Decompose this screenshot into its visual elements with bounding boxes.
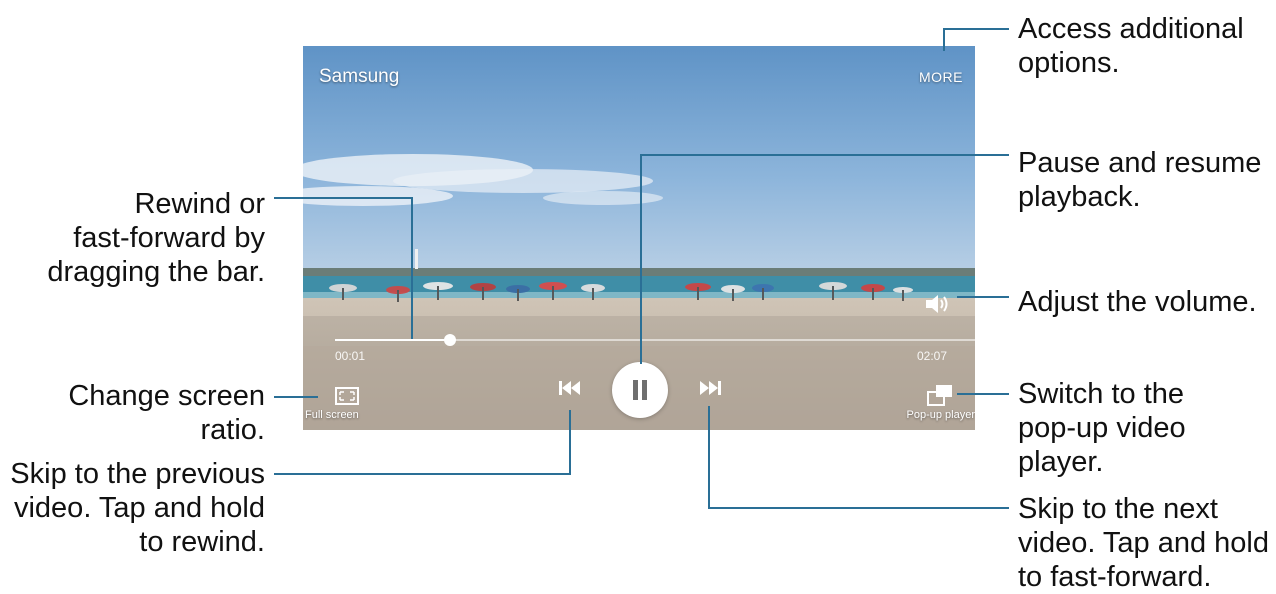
pause-icon	[633, 380, 647, 400]
callout-rewind-bar: Rewind or fast-forward by dragging the b…	[47, 188, 265, 288]
callout-next-video: Skip to the next video. Tap and hold to …	[1018, 493, 1270, 593]
popup-player-icon	[927, 385, 952, 406]
video-player-screen: Samsung MORE 00:01 02:07 Full screen Pop…	[303, 46, 975, 430]
callout-pause-resume: Pause and resume playback.	[1018, 147, 1262, 213]
elapsed-time: 00:01	[335, 349, 366, 363]
callout-more-options: Access additional options.	[1018, 13, 1244, 79]
video-title: Samsung	[319, 66, 400, 87]
callout-screen-ratio: Change screen ratio.	[68, 380, 265, 446]
more-button[interactable]: MORE	[919, 69, 963, 85]
popup-player-label: Pop-up player	[906, 409, 976, 421]
total-time: 02:07	[916, 349, 947, 363]
pause-button[interactable]	[612, 362, 668, 418]
full-screen-button[interactable]: Full screen	[305, 387, 381, 425]
progress-bar-fill	[335, 339, 451, 341]
skip-next-icon[interactable]	[697, 378, 723, 398]
full-screen-icon	[335, 387, 359, 405]
callout-adjust-volume: Adjust the volume.	[1018, 286, 1257, 318]
progress-bar[interactable]	[335, 334, 975, 346]
popup-player-button[interactable]: Pop-up player	[893, 384, 975, 426]
skip-previous-icon[interactable]	[557, 378, 583, 398]
volume-icon[interactable]	[923, 292, 951, 316]
callout-previous-video: Skip to the previous video. Tap and hold…	[10, 458, 265, 558]
callout-popup-player: Switch to the pop-up video player.	[1018, 378, 1186, 478]
full-screen-label: Full screen	[305, 409, 359, 421]
